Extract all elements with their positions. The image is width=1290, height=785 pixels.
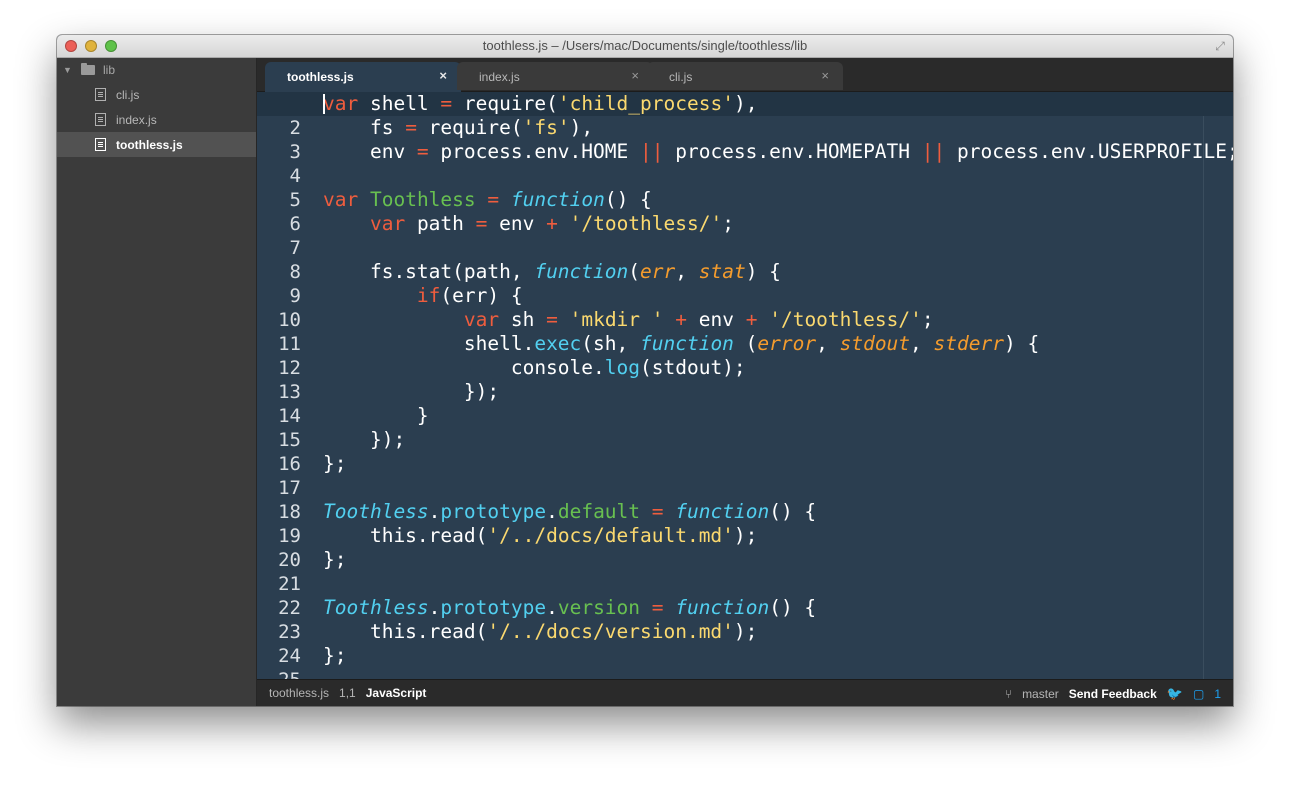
code-line: };	[323, 452, 347, 475]
line-number: 8	[289, 261, 301, 283]
code-line: this.read('/../docs/version.md');	[323, 620, 758, 643]
code-line: env = process.env.HOME || process.env.HO…	[323, 140, 1233, 163]
line-number: 5	[289, 189, 301, 211]
line-number: 12	[278, 357, 301, 379]
code-line: if(err) {	[416, 284, 523, 307]
close-icon[interactable]: ×	[631, 68, 639, 83]
chevron-down-icon[interactable]: ▼	[63, 65, 75, 75]
line-number: 18	[278, 501, 301, 523]
line-number: 14	[278, 405, 301, 427]
package-icon[interactable]: ▢	[1193, 687, 1204, 701]
sidebar-folder-lib[interactable]: ▼ lib	[57, 58, 256, 82]
line-number: 24	[278, 645, 301, 667]
send-feedback-link[interactable]: Send Feedback	[1069, 687, 1157, 701]
status-file-name: toothless.js	[269, 686, 330, 700]
title-bar: toothless.js – /Users/mac/Documents/sing…	[57, 35, 1233, 58]
text-cursor	[323, 94, 325, 114]
code-line: var Toothless = function() {	[323, 188, 652, 211]
code-line: };	[323, 548, 347, 571]
folder-label: lib	[103, 63, 116, 77]
code-editor[interactable]: 1 2 3 4 5 6 7 8 9 10 11 12 13 14 15 16 1…	[257, 92, 1233, 691]
code-area[interactable]: var shell = require('child_process'), fs…	[257, 92, 1233, 680]
git-branch-icon: ⑂	[1004, 687, 1013, 701]
sidebar-file-label: toothless.js	[116, 137, 183, 152]
line-number: 9	[289, 285, 301, 307]
zoom-window-button[interactable]	[105, 40, 117, 52]
git-branch-label[interactable]: master	[1022, 687, 1059, 701]
tab-cli[interactable]: cli.js ×	[647, 62, 843, 90]
code-line: console.log(stdout);	[323, 356, 746, 379]
line-number: 2	[289, 117, 301, 139]
status-left: toothless.js 1,1 JavaScript	[269, 686, 426, 700]
line-number: 23	[278, 621, 301, 643]
line-number: 21	[278, 573, 301, 595]
status-right: ⑂ master Send Feedback 🐦 ▢ 1	[1005, 686, 1221, 702]
file-icon	[95, 138, 106, 151]
line-number: 19	[278, 525, 301, 547]
line-number: 15	[278, 429, 301, 451]
tab-label: index.js	[479, 70, 520, 84]
code-line: fs.stat(path, function(err, stat) {	[323, 260, 781, 283]
package-count: 1	[1214, 687, 1221, 701]
code-line: fs = require('fs'),	[323, 116, 594, 139]
sidebar-file-index[interactable]: index.js	[57, 107, 256, 132]
sidebar-file-label: cli.js	[116, 87, 140, 102]
code-line: };	[323, 644, 347, 667]
file-icon	[95, 88, 106, 101]
line-number: 10	[278, 309, 301, 331]
line-number-gutter: 1 2 3 4 5 6 7 8 9 10 11 12 13 14 15 16 1…	[257, 92, 309, 691]
code-line: var path = env + '/toothless/';	[369, 212, 734, 235]
close-icon[interactable]: ×	[439, 68, 447, 83]
code-line: });	[323, 380, 500, 403]
code-line: });	[323, 428, 406, 451]
twitter-bird-icon[interactable]: 🐦	[1167, 686, 1183, 702]
editor-window: toothless.js – /Users/mac/Documents/sing…	[57, 35, 1233, 706]
line-number: 13	[278, 381, 301, 403]
code-line: }	[323, 404, 429, 427]
sidebar: ▼ lib cli.js index.js toothless.js	[57, 58, 257, 706]
close-icon[interactable]: ×	[821, 68, 829, 83]
line-number: 16	[278, 453, 301, 475]
line-number: 6	[289, 213, 301, 235]
sidebar-file-cli[interactable]: cli.js	[57, 82, 256, 107]
line-number: 20	[278, 549, 301, 571]
code-line: var sh = 'mkdir ' + env + '/toothless/';	[463, 308, 934, 331]
code-line: Toothless.prototype.version = function()…	[323, 596, 817, 619]
line-number: 7	[289, 237, 301, 259]
line-number: 22	[278, 597, 301, 619]
status-cursor-position: 1,1	[339, 686, 356, 700]
line-number: 11	[278, 333, 301, 355]
close-window-button[interactable]	[65, 40, 77, 52]
line-number: 4	[289, 165, 301, 187]
code-line: Toothless.prototype.default = function()…	[323, 500, 817, 523]
line-number: 17	[278, 477, 301, 499]
sidebar-file-label: index.js	[116, 112, 157, 127]
code-line: this.read('/../docs/default.md');	[323, 524, 758, 547]
fullscreen-icon[interactable]: ⤢	[1213, 39, 1227, 53]
tab-label: toothless.js	[287, 70, 354, 84]
syntax-selector[interactable]: JavaScript	[366, 686, 427, 700]
folder-icon	[81, 63, 95, 75]
tab-bar: toothless.js × index.js × cli.js ×	[257, 58, 1233, 92]
code-line: var shell = require('child_process'),	[257, 92, 1233, 116]
tab-toothless[interactable]: toothless.js ×	[265, 62, 461, 92]
tab-index[interactable]: index.js ×	[457, 62, 653, 90]
window-controls	[65, 40, 117, 52]
tab-label: cli.js	[669, 70, 693, 84]
sidebar-file-toothless[interactable]: toothless.js	[57, 132, 256, 157]
file-icon	[95, 113, 106, 126]
window-title: toothless.js – /Users/mac/Documents/sing…	[482, 38, 808, 53]
code-line: shell.exec(sh, function (error, stdout, …	[323, 332, 1040, 355]
minimize-window-button[interactable]	[85, 40, 97, 52]
status-bar: toothless.js 1,1 JavaScript ⑂ master Sen…	[257, 679, 1233, 706]
line-number: 3	[289, 141, 301, 163]
